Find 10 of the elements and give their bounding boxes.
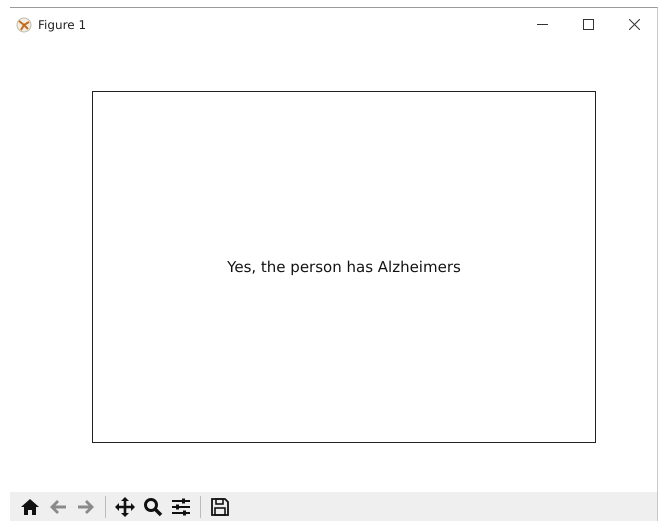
move-icon [115, 496, 135, 516]
sliders-icon [171, 496, 191, 516]
figure-text: Yes, the person has Alzheimers [227, 256, 461, 278]
app-icon [16, 16, 32, 32]
save-icon [210, 496, 230, 516]
search-icon [143, 496, 163, 516]
close-icon [628, 19, 640, 30]
window-title: Figure 1 [38, 16, 86, 34]
home-icon [20, 496, 40, 516]
maximize-icon [582, 19, 594, 30]
